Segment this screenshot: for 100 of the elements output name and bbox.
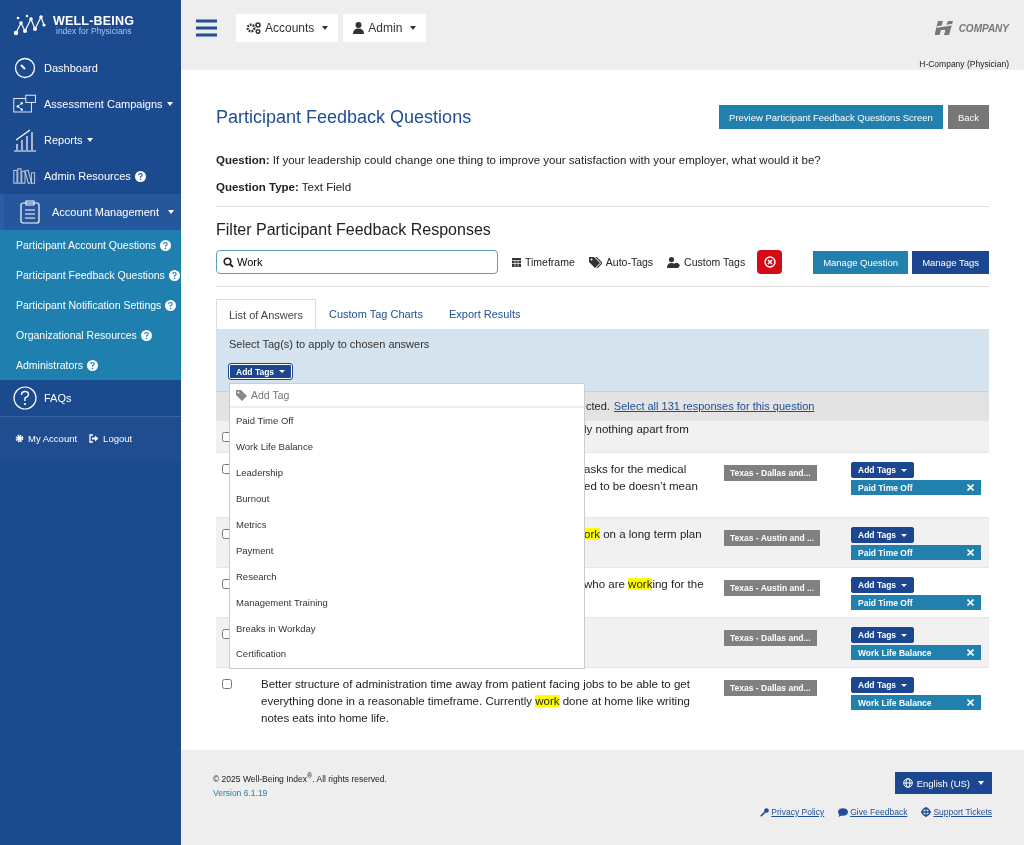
bar-chart-icon (13, 128, 37, 152)
lifebuoy-icon (921, 807, 932, 817)
copyright-text: © 2025 Well-Being Index$^{®}$. All rights reserved. (213, 772, 387, 784)
help-icon (165, 299, 177, 311)
footer-link[interactable]: Give Feedback (838, 807, 908, 817)
location-badge: Texas - Dallas and... (724, 680, 817, 696)
action-button[interactable]: Preview Participant Feedback Questions Screen (719, 105, 943, 129)
nav-subitem[interactable]: Participant Account Questions (0, 230, 181, 260)
selection-text: cted. (586, 400, 610, 412)
dropdown-item[interactable]: Work Life Balance (230, 433, 584, 460)
globe-icon (902, 778, 913, 788)
footer-link[interactable]: Privacy Policy (760, 807, 825, 817)
row-checkbox[interactable] (222, 464, 232, 474)
nav-item[interactable]: Assessment Campaigns (0, 86, 181, 122)
tag-icon (588, 256, 602, 268)
clear-filter-button[interactable] (757, 250, 783, 274)
select-all-link[interactable]: Select all 131 responses for this question (613, 400, 815, 412)
footer-link[interactable]: Support Tickets (921, 807, 992, 817)
location-badge: Texas - Austin and ... (724, 580, 821, 596)
tab[interactable]: List of Answers (216, 299, 316, 329)
row-checkbox[interactable] (222, 579, 232, 589)
dropdown-item[interactable]: Management Training (230, 589, 584, 616)
brand-tagline: index for Physicians (55, 27, 133, 36)
action-button[interactable]: Manage Tags (912, 250, 989, 274)
add-tags-button[interactable]: Add Tags (851, 577, 915, 593)
dropdown-item[interactable]: Leadership (230, 459, 584, 486)
sidebar-link[interactable]: Logout (89, 433, 133, 444)
logout-icon (89, 434, 100, 443)
nav-item[interactable]: FAQs (0, 380, 181, 416)
search-icon (223, 257, 234, 268)
help-icon (140, 329, 152, 341)
dropdown-item[interactable]: Paid Time Off (230, 408, 584, 434)
sidebar-link[interactable]: My Account (15, 433, 78, 444)
books-icon (13, 166, 37, 186)
filter-option[interactable]: Custom Tags (667, 256, 746, 268)
caret-icon (166, 102, 173, 106)
question-text: Question: If your leadership could change one thing to improve your satisfaction with your employer, what would it be? (216, 154, 822, 166)
dropdown-item[interactable]: Certification (230, 641, 584, 667)
settings-icon (15, 434, 24, 443)
action-button[interactable]: Back (947, 105, 989, 129)
nav-item[interactable]: Dashboard (0, 50, 181, 86)
help-icon (134, 170, 146, 182)
close-icon[interactable] (967, 549, 974, 556)
version-text: Version 6.1.19 (213, 787, 269, 798)
caret-icon (978, 781, 984, 785)
add-tags-button[interactable]: Add Tags (851, 677, 915, 693)
account-name: H-Company (Physician) (919, 59, 1009, 69)
nav-item[interactable]: Admin Resources (0, 158, 181, 194)
action-button[interactable]: Manage Question (813, 250, 909, 274)
caret-icon (901, 633, 908, 637)
dropdown-item[interactable]: Metrics (230, 511, 584, 538)
answer-text: Better structure of administration time away from patient facing jobs to be able to get everything done in a reasonable timeframe. Currently work done at home like writing notes eats into home life. (261, 677, 691, 726)
filter-option[interactable]: Auto-Tags (588, 256, 654, 268)
add-tags-button[interactable]: Add Tags (851, 527, 915, 543)
dropdown-item[interactable]: Burnout (230, 485, 584, 512)
question-type: Question Type: Text Field (216, 181, 353, 193)
answer-text: asks for the medical (584, 462, 688, 477)
tag-chip: Paid Time Off (851, 545, 981, 560)
row-checkbox[interactable] (222, 432, 232, 442)
language-button[interactable]: English (US) (894, 772, 992, 794)
tag-chip: Paid Time Off (851, 480, 981, 495)
location-badge: Texas - Dallas and... (724, 465, 817, 481)
caret-icon (410, 26, 417, 30)
top-menu-button[interactable]: Admin (343, 14, 427, 42)
tab[interactable]: Custom Tag Charts (316, 299, 436, 329)
tag-chip: Paid Time Off (851, 595, 981, 610)
tab[interactable]: Export Results (435, 299, 534, 329)
nav-subitem[interactable]: Participant Notification Settings (0, 290, 181, 320)
help-icon (13, 386, 37, 410)
row-checkbox[interactable] (222, 529, 232, 539)
add-tags-button[interactable]: Add Tags (851, 627, 915, 643)
calendar-icon (512, 257, 521, 267)
add-tags-button[interactable]: Add Tags (229, 364, 293, 379)
filter-option[interactable]: Timeframe (512, 256, 575, 268)
gauge-icon (13, 57, 37, 79)
close-icon[interactable] (967, 699, 974, 706)
key-icon (760, 807, 770, 817)
add-tags-button[interactable]: Add Tags (851, 462, 915, 478)
nav-item[interactable]: Account Management (0, 194, 181, 230)
nav-subitem[interactable]: Participant Feedback Questions (0, 260, 181, 290)
dropdown-item[interactable]: Payment (230, 537, 584, 564)
caret-icon (901, 683, 908, 687)
dropdown-item[interactable]: Research (230, 563, 584, 590)
close-icon[interactable] (967, 599, 974, 606)
dropdown-item[interactable]: Breaks in Workday (230, 615, 584, 641)
row-checkbox[interactable] (222, 679, 232, 689)
close-icon[interactable] (967, 484, 974, 491)
nav-subitem[interactable]: Organizational Resources (0, 320, 181, 350)
menu-icon[interactable] (196, 19, 217, 37)
row-checkbox[interactable] (222, 629, 232, 639)
company-logo: COMPANY (934, 20, 1009, 36)
nav-item[interactable]: Reports (0, 122, 181, 158)
nav-subitem[interactable]: Administrators (0, 350, 181, 380)
tag-panel-text: Select Tag(s) to apply to chosen answers (229, 338, 430, 350)
close-circle-icon (763, 256, 776, 268)
close-icon[interactable] (967, 649, 974, 656)
search-field[interactable]: Work (216, 250, 498, 274)
caret-icon (322, 26, 329, 30)
top-menu-button[interactable]: Accounts (236, 14, 339, 42)
logo-icon (13, 13, 47, 37)
